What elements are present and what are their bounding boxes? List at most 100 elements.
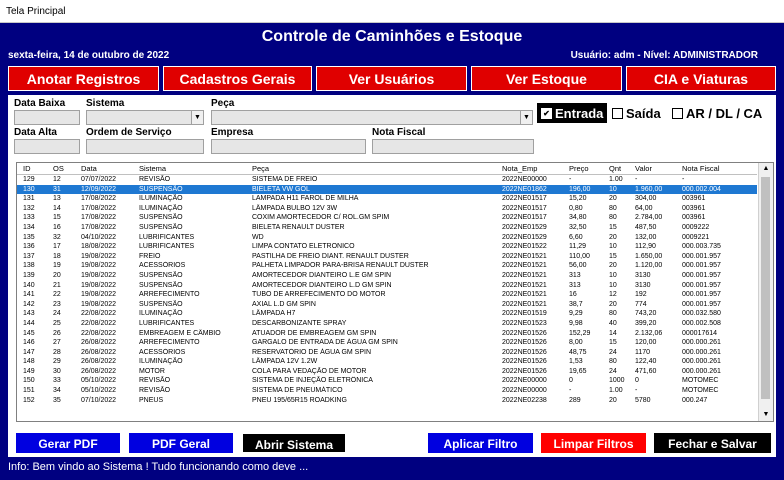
- anotar-registros-button[interactable]: Anotar Registros: [8, 66, 159, 91]
- column-header-peca[interactable]: Peça: [252, 164, 269, 173]
- cell-preco: 9,98: [569, 319, 583, 327]
- cell-os: 19: [53, 262, 61, 270]
- cell-peca: COXIM AMORTECEDOR C/ ROL.GM SPIM: [252, 214, 390, 222]
- gerar-pdf-button[interactable]: Gerar PDF: [15, 432, 121, 454]
- table-row[interactable]: 137 18 19/08/2022 FREIO PASTILHA DE FREIO DI…: [17, 252, 757, 262]
- cell-nota-emp: 2022NE01523: [502, 319, 547, 327]
- cell-valor: 487,50: [635, 223, 657, 231]
- cell-preco: 0,80: [569, 204, 583, 212]
- data-alta-input[interactable]: [14, 139, 80, 154]
- table-row[interactable]: 149 30 26/08/2022 MOTOR COLA PARA VEDAÇÃO DE…: [17, 367, 757, 377]
- saida-checkbox[interactable]: Saída: [612, 106, 661, 121]
- cell-valor: 1.120,00: [635, 262, 663, 270]
- pdf-geral-button[interactable]: PDF Geral: [128, 432, 234, 454]
- cell-preco: 6,60: [569, 233, 583, 241]
- cell-nota-emp: 2022NE01521: [502, 271, 547, 279]
- cell-preco: -: [569, 387, 572, 395]
- nota-fiscal-input[interactable]: [372, 139, 534, 154]
- cell-sistema: FREIO: [139, 252, 161, 260]
- window-title: Tela Principal: [6, 6, 66, 17]
- column-header-data[interactable]: Data: [81, 164, 97, 173]
- cell-valor: 0: [635, 377, 639, 385]
- table-row[interactable]: 146 27 26/08/2022 ARREFECIMENTO GARGALO DE E…: [17, 338, 757, 348]
- table-row[interactable]: 145 26 22/08/2022 EMBREAGEM E CÂMBIO ATUADOR…: [17, 329, 757, 339]
- cell-valor: 192: [635, 291, 647, 299]
- arrow-up-icon[interactable]: ▲: [759, 163, 773, 175]
- abrir-sistema-button[interactable]: Abrir Sistema: [241, 432, 347, 454]
- column-header-sistema[interactable]: Sistema: [139, 164, 166, 173]
- records-table[interactable]: ID OS Data Sistema Peça Nota_Emp Preço Qnt Valor…: [16, 162, 774, 422]
- column-header-os[interactable]: OS: [53, 164, 64, 173]
- cell-os: 32: [53, 233, 61, 241]
- table-row[interactable]: 144 25 22/08/2022 LUBRIFICANTES DESCARBONIZA…: [17, 319, 757, 329]
- cell-nota-fiscal: 000.032.580: [682, 310, 721, 318]
- column-header-id[interactable]: ID: [23, 164, 31, 173]
- column-header-nota-fiscal[interactable]: Nota Fiscal: [682, 164, 720, 173]
- cell-os: 33: [53, 377, 61, 385]
- table-row[interactable]: 129 12 07/07/2022 REVISÃO SISTEMA DE FREIO 20…: [17, 175, 757, 185]
- vertical-scrollbar[interactable]: ▲ ▼: [758, 163, 773, 421]
- cadastros-gerais-button[interactable]: Cadastros Gerais: [163, 66, 312, 91]
- cia-viaturas-button[interactable]: CIA e Viaturas: [626, 66, 776, 91]
- cell-id: 131: [23, 195, 35, 203]
- cell-qnt: 1.00: [609, 176, 623, 183]
- table-row[interactable]: 134 16 17/08/2022 SUSPENSÃO BIELETA RENAULT …: [17, 223, 757, 233]
- cell-preco: 313: [569, 271, 581, 279]
- ver-usuarios-button[interactable]: Ver Usuários: [316, 66, 467, 91]
- cell-os: 29: [53, 358, 61, 366]
- empresa-input[interactable]: [211, 139, 366, 154]
- table-row[interactable]: 148 29 26/08/2022 ILUMINAÇÃO LÂMPADA 12V 1.2…: [17, 357, 757, 367]
- table-row[interactable]: 151 34 05/10/2022 REVISÃO SISTEMA DE PNEUMÁT…: [17, 386, 757, 396]
- ar-dl-ca-checkbox[interactable]: AR / DL / CA: [672, 106, 762, 121]
- entrada-label: Entrada: [555, 105, 604, 121]
- cell-nota-fiscal: 003961: [682, 204, 706, 212]
- peca-select[interactable]: ▼: [211, 110, 533, 125]
- table-row[interactable]: 142 23 19/08/2022 SUSPENSÃO AXIAL L.D GM SPI…: [17, 300, 757, 310]
- cell-qnt: 20: [609, 262, 617, 270]
- table-row[interactable]: 147 28 26/08/2022 ACESSÓRIOS RESERVATÓRIO DE…: [17, 348, 757, 358]
- table-row[interactable]: 138 19 19/08/2022 ACESSÓRIOS PALHETA LIMPADO…: [17, 261, 757, 271]
- fechar-salvar-button[interactable]: Fechar e Salvar: [653, 432, 772, 454]
- sistema-select[interactable]: ▼: [86, 110, 204, 125]
- cell-os: 34: [53, 387, 61, 395]
- table-row[interactable]: 139 20 19/08/2022 SUSPENSÃO AMORTECEDOR DIAN…: [17, 271, 757, 281]
- table-row[interactable]: 143 24 22/08/2022 ILUMINAÇÃO LÂMPADA H7 2022N…: [17, 309, 757, 319]
- cell-nota-emp: 2022NE01517: [502, 195, 547, 203]
- cell-nota-fiscal: 000.000.261: [682, 367, 721, 375]
- limpar-filtros-button[interactable]: Limpar Filtros: [540, 432, 647, 454]
- entrada-checkbox[interactable]: ✔ Entrada: [537, 103, 608, 123]
- arrow-down-icon[interactable]: ▼: [759, 409, 773, 421]
- column-header-nota-emp[interactable]: Nota_Emp: [502, 164, 537, 173]
- column-header-preco[interactable]: Preço: [569, 164, 589, 173]
- column-header-valor[interactable]: Valor: [635, 164, 652, 173]
- cell-nota-fiscal: 000.001.957: [682, 262, 721, 270]
- table-row[interactable]: 136 17 18/08/2022 LUBRIFICANTES LIMPA CONTAT…: [17, 242, 757, 252]
- scroll-thumb[interactable]: [761, 177, 770, 399]
- cell-data: 22/08/2022: [81, 319, 117, 327]
- cell-os: 23: [53, 300, 61, 308]
- cell-nota-emp: 2022NE01862: [502, 185, 547, 193]
- data-baixa-label: Data Baixa: [14, 98, 66, 109]
- cell-data: 26/08/2022: [81, 339, 117, 347]
- cell-sistema: REVISÃO: [139, 387, 171, 395]
- cell-data: 19/08/2022: [81, 252, 117, 260]
- table-row[interactable]: 133 15 17/08/2022 SUSPENSÃO COXIM AMORTECEDO…: [17, 213, 757, 223]
- chevron-down-icon[interactable]: ▼: [191, 111, 203, 124]
- data-baixa-input[interactable]: [14, 110, 80, 125]
- cell-preco: 110,00: [569, 252, 590, 260]
- table-row[interactable]: 135 32 04/10/2022 LUBRIFICANTES WD 2022NE0152…: [17, 233, 757, 243]
- table-row[interactable]: 150 33 05/10/2022 REVISÃO SISTEMA DE INJEÇÃO…: [17, 376, 757, 386]
- aplicar-filtro-button[interactable]: Aplicar Filtro: [427, 432, 534, 454]
- chevron-down-icon[interactable]: ▼: [520, 111, 532, 124]
- table-row[interactable]: 131 13 17/08/2022 ILUMINAÇÃO LAMPADA H11 FAR…: [17, 194, 757, 204]
- table-row[interactable]: 132 14 17/08/2022 ILUMINAÇÃO LÂMPADA BULBO 1…: [17, 204, 757, 214]
- table-row[interactable]: 141 22 19/08/2022 ARREFECIMENTO TUBO DE ARRE…: [17, 290, 757, 300]
- cell-qnt: 80: [609, 310, 617, 318]
- table-row[interactable]: 130 31 12/09/2022 SUSPENSÃO BIELETA VW GOL 20…: [17, 184, 757, 195]
- cell-os: 22: [53, 291, 61, 299]
- table-row[interactable]: 152 35 07/10/2022 PNEUS PNEU 195/65R15 ROADK…: [17, 396, 757, 406]
- column-header-qnt[interactable]: Qnt: [609, 164, 621, 173]
- table-row[interactable]: 140 21 19/08/2022 SUSPENSÃO AMORTECEDOR DIAN…: [17, 281, 757, 291]
- ver-estoque-button[interactable]: Ver Estoque: [471, 66, 622, 91]
- ordem-servico-input[interactable]: [86, 139, 204, 154]
